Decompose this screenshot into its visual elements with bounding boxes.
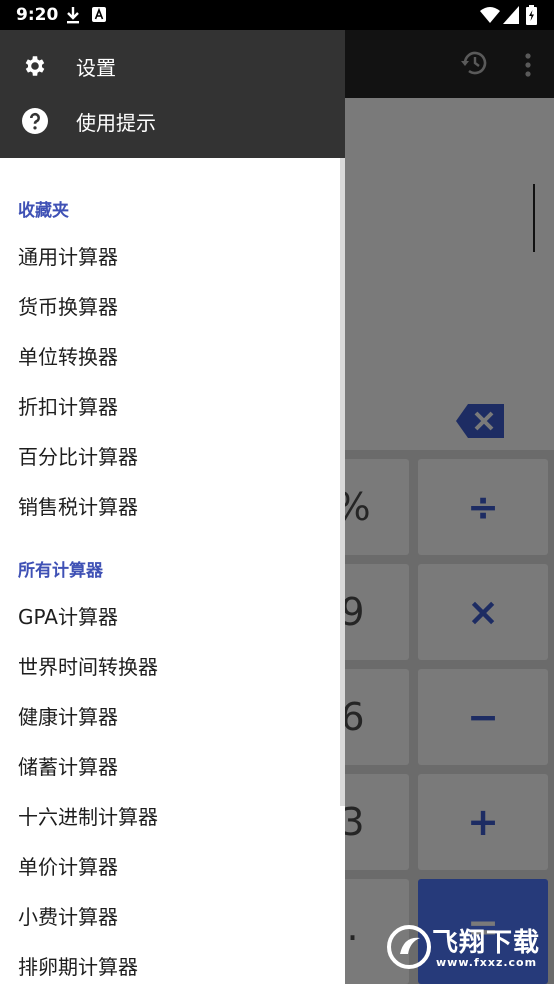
usage-tips-menu-item[interactable]: 使用提示 (0, 95, 345, 147)
favorites-item[interactable]: 单位转换器 (0, 331, 345, 377)
favorites-item[interactable]: 销售税计算器 (0, 481, 345, 527)
help-icon (22, 108, 48, 134)
drawer-scrollbar[interactable] (340, 158, 345, 806)
backspace-icon[interactable] (456, 404, 504, 438)
watermark-logo-icon (387, 925, 431, 969)
calculator-list-item[interactable]: 世界时间转换器 (0, 641, 345, 687)
usage-tips-label: 使用提示 (76, 111, 156, 135)
status-time: 9:20 (16, 5, 59, 25)
favorites-item[interactable]: 折扣计算器 (0, 381, 345, 427)
favorites-item[interactable]: 百分比计算器 (0, 431, 345, 477)
gear-icon (25, 56, 45, 76)
calculator-list-item[interactable]: 小费计算器 (0, 891, 345, 937)
all-calculators-section-title: 所有计算器 (18, 561, 103, 581)
settings-label: 设置 (76, 56, 116, 80)
key-plus[interactable]: + (418, 774, 548, 870)
calculator-list-item[interactable]: 健康计算器 (0, 691, 345, 737)
calculator-list-item[interactable]: 储蓄计算器 (0, 741, 345, 787)
input-cursor (533, 184, 535, 252)
calculator-list-item[interactable]: 单价计算器 (0, 841, 345, 887)
favorites-item[interactable]: 通用计算器 (0, 231, 345, 277)
settings-menu-item[interactable]: 设置 (0, 40, 345, 92)
download-icon (67, 7, 79, 24)
key-minus[interactable]: − (418, 669, 548, 765)
status-bar: 9:20 (0, 0, 554, 30)
battery-charging-icon (526, 5, 537, 25)
favorites-item[interactable]: 货币换算器 (0, 281, 345, 327)
more-options-icon[interactable] (520, 52, 536, 78)
history-icon[interactable] (460, 48, 490, 78)
watermark-url: www.fxxz.com (436, 956, 538, 969)
watermark: 飞翔下载 www.fxxz.com (386, 920, 550, 974)
app-notification-icon (92, 7, 106, 22)
calculator-list-item[interactable]: 排卵期计算器 (0, 941, 345, 984)
wifi-icon (480, 7, 500, 23)
key-multiply[interactable]: × (418, 564, 548, 660)
watermark-title: 飞翔下载 (432, 928, 541, 958)
calculator-list-item[interactable]: 十六进制计算器 (0, 791, 345, 837)
drawer-header: 设置 使用提示 (0, 30, 345, 158)
favorites-section-title: 收藏夹 (18, 201, 69, 221)
calculator-list-item[interactable]: GPA计算器 (0, 591, 345, 637)
navigation-drawer: 设置 使用提示 收藏夹 通用计算器 货币换算器 单位转换器 折扣计算器 百分比计… (0, 30, 345, 984)
key-divide[interactable]: ÷ (418, 459, 548, 555)
signal-icon (503, 6, 519, 24)
